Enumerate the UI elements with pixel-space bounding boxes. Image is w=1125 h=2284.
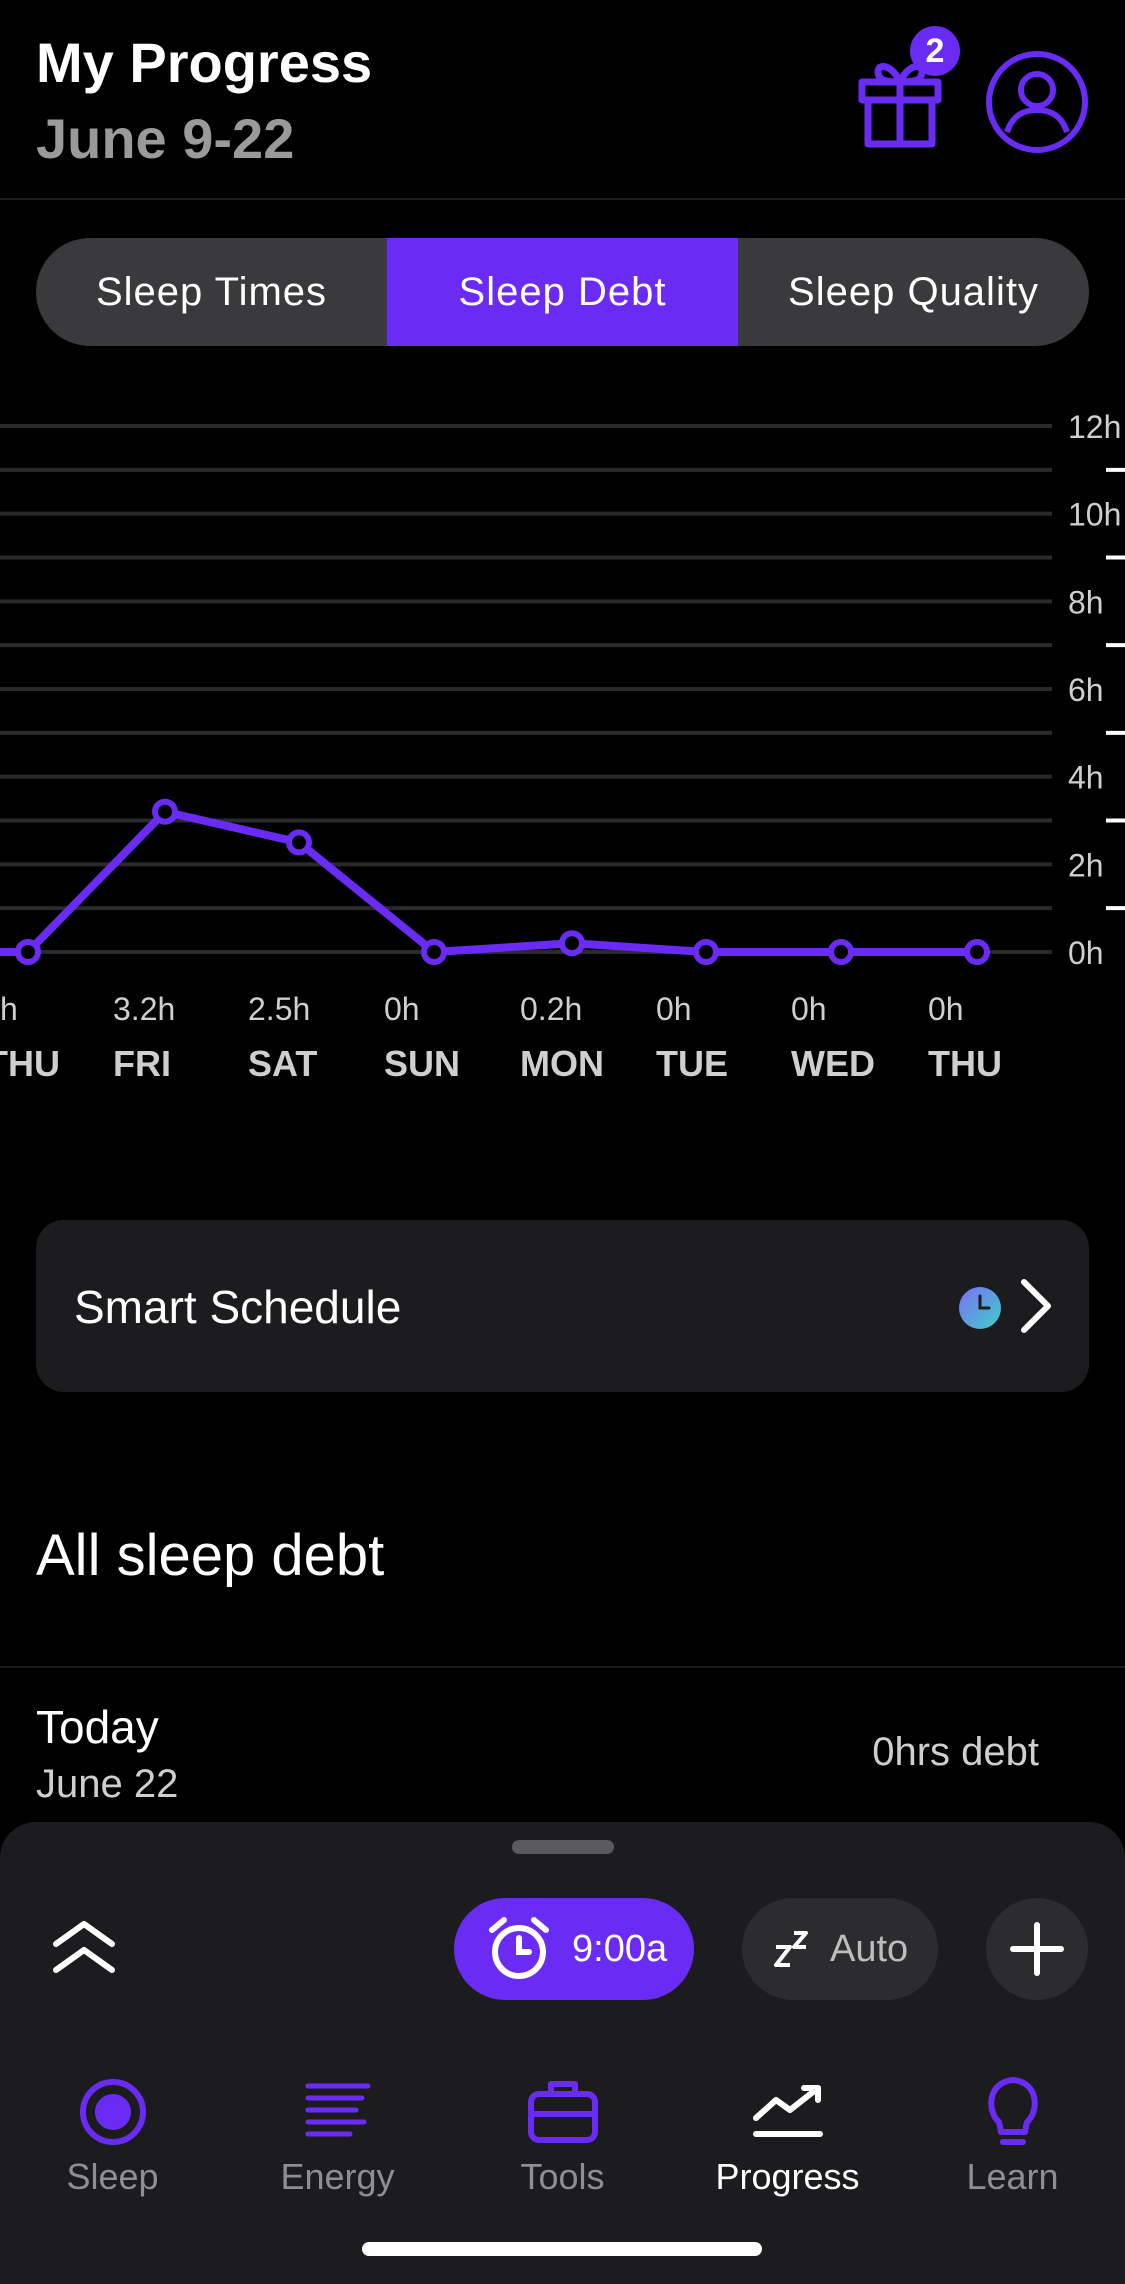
nav-label: Sleep [66,2156,159,2197]
y-tick-label: 12h [1068,409,1121,445]
data-point [286,829,312,856]
nav-sleep[interactable]: Sleep [0,2072,225,2212]
section-title: All sleep debt [36,1523,385,1588]
data-point [15,939,41,965]
data-label: 0.2h [520,991,582,1027]
x-tick-label: SUN [384,1043,460,1084]
nav-label: Learn [966,2156,1059,2197]
trend-icon [752,2085,823,2137]
auto-label: Auto [830,1927,909,1970]
nav-label: Progress [715,2156,860,2197]
notification-badge: 2 [910,26,960,76]
divider [0,1666,1125,1668]
x-tick-label: THU [0,1043,60,1084]
smart-schedule-card[interactable]: Smart Schedule [36,1220,1089,1392]
y-tick-label: 10h [1068,497,1121,533]
debt-row-date: June 22 [36,1762,179,1806]
alarm-clock-icon [489,1917,549,1979]
data-label: 0h [791,991,827,1027]
home-indicator [362,2242,762,2256]
auto-sleep-button[interactable]: Auto [742,1898,938,2000]
tab-sleep-times[interactable]: Sleep Times [36,238,387,346]
alarm-time: 9:00a [572,1927,668,1970]
x-tick-label: FRI [113,1043,171,1084]
chevron-right-icon [1021,1279,1051,1333]
data-label: 2.5h [248,991,310,1027]
sleep-debt-chart: 12h 10h 8h 6h 4h 2h 0h h THU 3.2h FRI 2.5h SAT 0h SUN 0… [0,409,1125,1084]
nav-tools[interactable]: Tools [450,2072,675,2212]
sleep-icon [79,2079,146,2145]
sheet-handle[interactable] [512,1840,614,1854]
x-tick-label: THU [928,1043,1002,1084]
x-tick-label: WED [791,1043,875,1084]
y-tick-label: 2h [1068,847,1104,883]
data-point [421,939,447,965]
data-label: 0h [384,991,420,1027]
y-tick-label: 4h [1068,760,1104,796]
data-label: 0h [656,991,692,1027]
date-range: June 9-22 [36,107,295,170]
clock-icon [959,1287,1001,1329]
y-tick-label: 6h [1068,672,1104,708]
data-label: 0h [928,991,964,1027]
data-point [828,939,854,965]
view-tabs: Sleep Times Sleep Debt Sleep Quality [36,238,1089,346]
x-tick-label: SAT [248,1043,317,1084]
energy-icon [305,2083,370,2137]
lightbulb-icon [987,2077,1038,2145]
nav-progress[interactable]: Progress [675,2072,900,2212]
data-point [964,939,990,965]
nav-learn[interactable]: Learn [900,2072,1125,2212]
add-button[interactable] [986,1898,1088,2000]
nav-label: Tools [520,2156,605,2197]
tab-bar: Sleep Energy Tools Progress Learn [0,2072,1125,2212]
header: My Progress June 9-22 2 [0,0,1125,200]
x-tick-label: MON [520,1043,604,1084]
data-label: 3.2h [113,991,175,1027]
data-point [693,939,719,965]
debt-row-value: 0hrs debt [872,1730,1039,1774]
tab-sleep-debt[interactable]: Sleep Debt [387,238,738,346]
series-line [0,807,981,956]
data-point [559,930,585,957]
data-point [152,798,178,825]
nav-energy[interactable]: Energy [225,2072,450,2212]
x-tick-label: TUE [656,1043,728,1084]
double-chevron-up-icon[interactable] [50,1918,118,1978]
y-tick-label: 8h [1068,584,1104,620]
page-title: My Progress [36,31,373,94]
smart-schedule-label: Smart Schedule [74,1281,402,1333]
zzz-icon [774,1931,808,1967]
bottom-sheet: 9:00a Auto Sleep Energy Tools Progress L… [0,1822,1125,2284]
toolbox-icon [527,2081,598,2143]
profile-icon[interactable] [985,50,1089,154]
debt-row-title: Today [36,1701,159,1753]
alarm-button[interactable]: 9:00a [454,1898,694,2000]
plus-icon [1010,1922,1064,1976]
data-label: h [0,991,18,1027]
nav-label: Energy [280,2156,395,2197]
y-tick-label: 0h [1068,935,1104,971]
tab-sleep-quality[interactable]: Sleep Quality [738,238,1089,346]
